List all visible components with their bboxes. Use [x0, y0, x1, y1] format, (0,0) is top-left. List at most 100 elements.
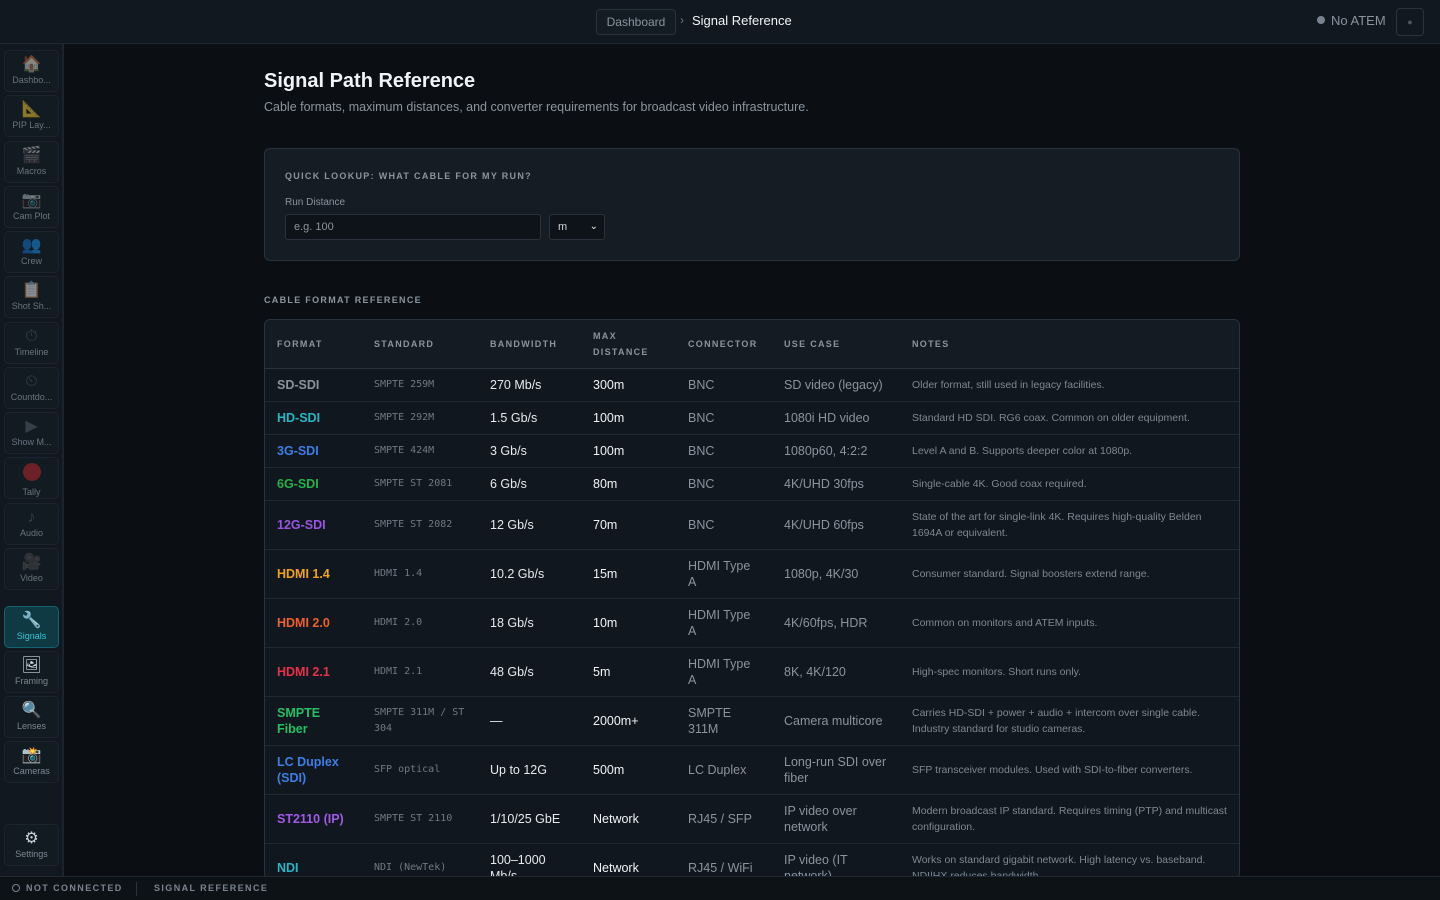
cell-use-case: 8K, 4K/120	[772, 647, 900, 697]
cell-bandwidth: —	[478, 696, 581, 746]
home-icon: 🏠	[21, 56, 42, 73]
sidebar-item-framing[interactable]: 🖼 Framing	[4, 651, 59, 693]
cell-connector: RJ45 / SFP	[676, 794, 772, 844]
table-row[interactable]: SD-SDI SMPTE 259M 270 Mb/s 300m BNC SD video …	[265, 368, 1239, 402]
sidebar-item-pip-lay[interactable]: 📐 PIP Lay...	[4, 95, 59, 137]
cell-notes: Older format, still used in legacy facil…	[900, 368, 1239, 402]
top-bar: Dashboard › Signal Reference No ATEM ●	[0, 0, 1440, 44]
cell-standard: SMPTE ST 2082	[362, 500, 478, 550]
sidebar-item-macros[interactable]: 🎬 Macros	[4, 141, 59, 183]
cell-bandwidth: 100–1000 Mb/s	[478, 843, 581, 876]
sidebar-item-label: Macros	[16, 166, 47, 176]
sidebar-item-label: Framing	[14, 676, 48, 686]
sidebar-item-video[interactable]: 🎥 Video	[4, 548, 59, 590]
page-title: Signal Path Reference	[264, 70, 476, 92]
column-header-notes[interactable]: NOTES	[900, 320, 1239, 369]
sidebar-item-label: Show M...	[11, 437, 52, 447]
cell-format: LC Duplex (SDI)	[265, 745, 362, 795]
table-row[interactable]: NDI NDI (NewTek) 100–1000 Mb/s Network RJ45 …	[265, 843, 1239, 876]
sidebar-item-dashbo[interactable]: 🏠 Dashbo...	[4, 50, 59, 92]
sidebar-item-show-m[interactable]: ▶ Show M...	[4, 412, 59, 454]
cable-format-section-title: CABLE FORMAT REFERENCE	[264, 295, 422, 305]
table-row[interactable]: ST2110 (IP) SMPTE ST 2110 1/10/25 GbE Netwo…	[265, 794, 1239, 844]
cell-standard: SMPTE 311M / ST 304	[362, 696, 478, 746]
cell-notes: Consumer standard. Signal boosters exten…	[900, 549, 1239, 599]
cell-max-distance: 500m	[581, 745, 676, 795]
cable-format-table: FORMAT STANDARD BANDWIDTH MAX DISTANCE C…	[264, 319, 1240, 876]
cell-bandwidth: 6 Gb/s	[478, 467, 581, 501]
table-row[interactable]: HDMI 2.1 HDMI 2.1 48 Gb/s 5m HDMI Type A 8K, …	[265, 647, 1239, 697]
sidebar-item-label: Cam Plot	[12, 211, 50, 221]
sidebar-item-signals[interactable]: 🔧 Signals	[4, 606, 59, 648]
sidebar-item-cameras[interactable]: 📸 Cameras	[4, 741, 59, 783]
cell-use-case: 1080p60, 4:2:2	[772, 434, 900, 468]
table-row[interactable]: HD-SDI SMPTE 292M 1.5 Gb/s 100m BNC 1080i HD …	[265, 401, 1239, 435]
cell-format: HDMI 2.0	[265, 598, 362, 648]
main-content: Signal Path Reference Cable formats, max…	[64, 44, 1440, 876]
video-camera-icon: 🎥	[21, 554, 42, 571]
sidebar-item-audio[interactable]: ♪ Audio	[4, 503, 59, 545]
clapperboard-icon: 🎬	[21, 147, 42, 164]
cell-notes: High-spec monitors. Short runs only.	[900, 647, 1239, 697]
cell-standard: SMPTE ST 2110	[362, 794, 478, 844]
connection-status: NOT CONNECTED	[12, 883, 123, 893]
breadcrumb-dashboard-link[interactable]: Dashboard	[596, 9, 676, 35]
cell-use-case: IP video over network	[772, 794, 900, 844]
table-row[interactable]: 6G-SDI SMPTE ST 2081 6 Gb/s 80m BNC 4K/UHD 30…	[265, 467, 1239, 501]
timer-icon: ⏱	[25, 328, 38, 345]
cell-max-distance: 10m	[581, 598, 676, 648]
column-header-use-case[interactable]: USE CASE	[772, 320, 900, 369]
music-note-icon: ♪	[27, 509, 36, 526]
sidebar-item-label: Timeline	[14, 347, 49, 357]
run-distance-input[interactable]	[285, 214, 541, 240]
cell-connector: BNC	[676, 401, 772, 435]
table-row[interactable]: 12G-SDI SMPTE ST 2082 12 Gb/s 70m BNC 4K/UHD …	[265, 500, 1239, 550]
record-button[interactable]: ●	[1396, 8, 1424, 36]
sidebar-item-label: Crew	[20, 256, 42, 266]
cell-bandwidth: 1.5 Gb/s	[478, 401, 581, 435]
cell-standard: SFP optical	[362, 745, 478, 795]
cell-bandwidth: 3 Gb/s	[478, 434, 581, 468]
sidebar-item-cam-plot[interactable]: 📷 Cam Plot	[4, 186, 59, 228]
sidebar-item-label: PIP Lay...	[12, 120, 51, 130]
cell-connector: LC Duplex	[676, 745, 772, 795]
quick-lookup-panel: QUICK LOOKUP: WHAT CABLE FOR MY RUN? Run…	[264, 148, 1240, 261]
sidebar-item-lenses[interactable]: 🔍 Lenses	[4, 696, 59, 738]
record-icon: ●	[1407, 17, 1413, 27]
sidebar-item-settings[interactable]: ⚙ Settings	[4, 824, 59, 866]
table-row[interactable]: HDMI 2.0 HDMI 2.0 18 Gb/s 10m HDMI Type A 4K/…	[265, 598, 1239, 648]
sidebar-item-tally[interactable]: Tally	[4, 457, 59, 499]
column-header-connector[interactable]: CONNECTOR	[676, 320, 772, 369]
atem-status-label: No ATEM	[1331, 13, 1386, 28]
cameras-icon: 📸	[21, 747, 42, 764]
footer-divider	[136, 882, 137, 896]
table-row[interactable]: HDMI 1.4 HDMI 1.4 10.2 Gb/s 15m HDMI Type A1…	[265, 549, 1239, 599]
sidebar-item-crew[interactable]: 👥 Crew	[4, 231, 59, 273]
column-header-max-distance[interactable]: MAX DISTANCE	[581, 320, 676, 369]
footer-page-name: SIGNAL REFERENCE	[154, 883, 269, 893]
column-header-standard[interactable]: STANDARD	[362, 320, 478, 369]
sidebar-item-label: Countdo...	[10, 392, 53, 402]
breadcrumb-current: Signal Reference	[692, 13, 792, 28]
sidebar-item-shot-sh[interactable]: 📋 Shot Sh...	[4, 276, 59, 318]
column-header-bandwidth[interactable]: BANDWIDTH	[478, 320, 581, 369]
ruler-icon: 📐	[21, 101, 42, 118]
table-row[interactable]: 3G-SDI SMPTE 424M 3 Gb/s 100m BNC 1080p60, 4:…	[265, 434, 1239, 468]
sidebar-item-label: Lenses	[16, 721, 47, 731]
sidebar-item-timeline[interactable]: ⏱ Timeline	[4, 322, 59, 364]
table-row[interactable]: LC Duplex (SDI) SFP optical Up to 12G 500m L…	[265, 745, 1239, 795]
cell-notes: Carries HD-SDI + power + audio + interco…	[900, 696, 1239, 746]
sidebar-item-label: Video	[20, 573, 43, 583]
sidebar-item-countdo[interactable]: ⏲ Countdo...	[4, 367, 59, 409]
cell-max-distance: Network	[581, 843, 676, 876]
table-row[interactable]: SMPTE Fiber SMPTE 311M / ST 304—2000m+ SMP…	[265, 696, 1239, 746]
run-distance-label: Run Distance	[285, 197, 346, 208]
sidebar-item-label: Shot Sh...	[11, 301, 52, 311]
cell-standard: SMPTE 292M	[362, 401, 478, 435]
cell-use-case: Camera multicore	[772, 696, 900, 746]
cell-format: HDMI 1.4	[265, 549, 362, 599]
unit-select[interactable]: m ⌄	[549, 214, 605, 240]
cell-bandwidth: 270 Mb/s	[478, 368, 581, 402]
unit-select-value: m	[558, 221, 568, 233]
column-header-format[interactable]: FORMAT	[265, 320, 362, 369]
